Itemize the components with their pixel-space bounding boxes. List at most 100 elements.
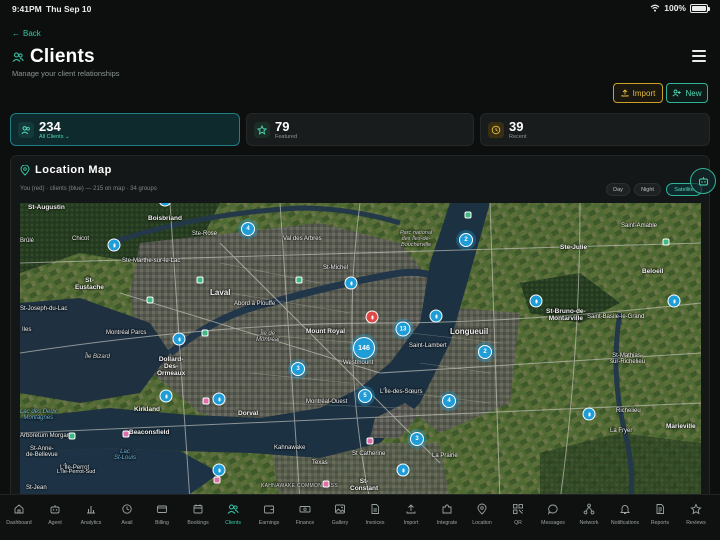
place-label: Abord à Plouffe bbox=[234, 301, 276, 307]
stat-value: 79 bbox=[275, 119, 290, 134]
client-pin[interactable] bbox=[396, 463, 410, 477]
park-icon bbox=[464, 211, 472, 219]
place-label: Saint-Basile-le-Grand bbox=[587, 314, 645, 320]
place-label: Chicot bbox=[72, 236, 90, 242]
place-label: Ste-Marthe-sur-le-Lac bbox=[122, 258, 181, 264]
stat-label: Recent bbox=[509, 134, 527, 140]
tab-import[interactable]: Import bbox=[393, 501, 429, 533]
tab-reviews[interactable]: Reviews bbox=[678, 501, 714, 533]
tab-avail[interactable]: Avail bbox=[109, 501, 145, 533]
import-label: Import bbox=[632, 88, 656, 98]
upload-icon bbox=[406, 504, 416, 514]
client-pin[interactable] bbox=[107, 238, 121, 252]
tab-agent[interactable]: Agent bbox=[37, 501, 73, 533]
stat-label: All Clients ⌄ bbox=[39, 134, 70, 140]
map-pin-icon bbox=[20, 165, 30, 176]
tab-label: Bookings bbox=[187, 520, 209, 526]
client-pin[interactable] bbox=[529, 294, 543, 308]
client-pin[interactable] bbox=[429, 309, 443, 323]
tab-label: Agent bbox=[48, 520, 62, 526]
tab-location[interactable]: Location bbox=[464, 501, 500, 533]
tab-qr[interactable]: QR bbox=[500, 501, 536, 533]
qr-icon bbox=[513, 504, 523, 514]
place-label: Laval bbox=[210, 288, 231, 297]
tab-label: Gallery bbox=[331, 520, 349, 526]
place-label: Brûlé bbox=[20, 238, 35, 244]
shopping-icon bbox=[213, 476, 221, 484]
tab-notifications[interactable]: Notifications bbox=[607, 501, 643, 533]
tab-billing[interactable]: Billing bbox=[144, 501, 180, 533]
banknote-icon bbox=[299, 506, 311, 513]
calendar-icon bbox=[193, 504, 203, 514]
map-mode-night[interactable]: Night bbox=[634, 183, 661, 196]
network-icon bbox=[583, 503, 595, 515]
tab-finance[interactable]: Finance bbox=[287, 501, 323, 533]
client-cluster[interactable]: 146 bbox=[353, 337, 375, 359]
tab-label: Messages bbox=[541, 520, 565, 526]
bot-icon[interactable] bbox=[690, 168, 716, 194]
new-client-button[interactable]: New bbox=[666, 83, 708, 103]
users-icon bbox=[227, 504, 239, 514]
place-label: Marieville bbox=[666, 423, 696, 430]
tab-messages[interactable]: Messages bbox=[535, 501, 571, 533]
image-icon bbox=[335, 504, 345, 514]
import-button[interactable]: Import bbox=[613, 83, 663, 103]
client-pin[interactable] bbox=[159, 389, 173, 403]
tab-label: Dashboard bbox=[6, 520, 32, 526]
star-icon bbox=[690, 503, 702, 515]
client-pin[interactable] bbox=[667, 294, 681, 308]
satellite-map[interactable]: St-Augustin Boisbriand Ste-Rose Val des … bbox=[20, 203, 701, 499]
place-label: La Fryer bbox=[610, 428, 633, 434]
tab-gallery[interactable]: Gallery bbox=[322, 501, 358, 533]
stat-value: 234 bbox=[39, 119, 61, 134]
place-label: L'Île-Perrot-Sud bbox=[57, 469, 96, 475]
stat-card-recent[interactable]: 39 Recent bbox=[480, 113, 710, 146]
park-icon bbox=[146, 296, 154, 304]
chart-icon bbox=[87, 506, 95, 514]
tab-label: Finance bbox=[295, 520, 315, 526]
place-label: Île de Montréal bbox=[256, 331, 280, 344]
client-cluster[interactable]: 2 bbox=[478, 345, 492, 359]
hamburger-menu-icon[interactable] bbox=[692, 50, 706, 62]
tab-earnings[interactable]: Earnings bbox=[251, 501, 287, 533]
place-label: Texas bbox=[312, 460, 328, 466]
place-label: Val des Arbres bbox=[283, 236, 322, 242]
tab-bookings[interactable]: Bookings bbox=[180, 501, 216, 533]
client-pin[interactable] bbox=[212, 463, 226, 477]
back-button[interactable]: ← Back bbox=[12, 29, 41, 38]
client-cluster[interactable]: 3 bbox=[291, 362, 305, 376]
status-date: Thu Sep 10 bbox=[46, 4, 92, 14]
tab-network[interactable]: Network bbox=[571, 501, 607, 533]
client-cluster[interactable]: 4 bbox=[442, 394, 456, 408]
client-pin[interactable] bbox=[172, 332, 186, 346]
place-label: St-Anne- de-Bellevue bbox=[26, 446, 58, 459]
tab-clients[interactable]: Clients bbox=[215, 501, 251, 533]
tab-integrate[interactable]: Integrate bbox=[429, 501, 465, 533]
stat-card-all-clients[interactable]: 234 All Clients ⌄ bbox=[10, 113, 240, 146]
shopping-icon bbox=[122, 430, 130, 438]
client-pin[interactable] bbox=[344, 276, 358, 290]
client-pin[interactable] bbox=[212, 392, 226, 406]
bot-icon bbox=[50, 505, 60, 514]
client-cluster[interactable]: 3 bbox=[410, 432, 424, 446]
park-icon bbox=[196, 276, 204, 284]
puzzle-icon bbox=[442, 504, 452, 514]
tab-dashboard[interactable]: Dashboard bbox=[1, 501, 37, 533]
client-cluster[interactable]: 13 bbox=[395, 321, 411, 337]
stat-card-featured[interactable]: 79 Featured bbox=[246, 113, 474, 146]
tab-invoices[interactable]: Invoices bbox=[357, 501, 393, 533]
client-cluster[interactable]: 5 bbox=[358, 389, 372, 403]
tab-label: Invoices bbox=[365, 520, 385, 526]
client-cluster[interactable]: 4 bbox=[241, 222, 255, 236]
tab-label: QR bbox=[514, 520, 522, 526]
clock-icon bbox=[122, 504, 132, 514]
tab-label: Billing bbox=[155, 520, 169, 526]
tab-reports[interactable]: Reports bbox=[642, 501, 678, 533]
place-label: Île Bizard bbox=[85, 354, 111, 360]
place-label: Kirkland bbox=[134, 406, 161, 413]
client-pin[interactable] bbox=[582, 407, 596, 421]
client-cluster[interactable]: 2 bbox=[459, 233, 473, 247]
map-mode-day[interactable]: Day bbox=[606, 183, 630, 196]
tab-analytics[interactable]: Analytics bbox=[73, 501, 109, 533]
user-location-pin[interactable] bbox=[365, 310, 379, 324]
